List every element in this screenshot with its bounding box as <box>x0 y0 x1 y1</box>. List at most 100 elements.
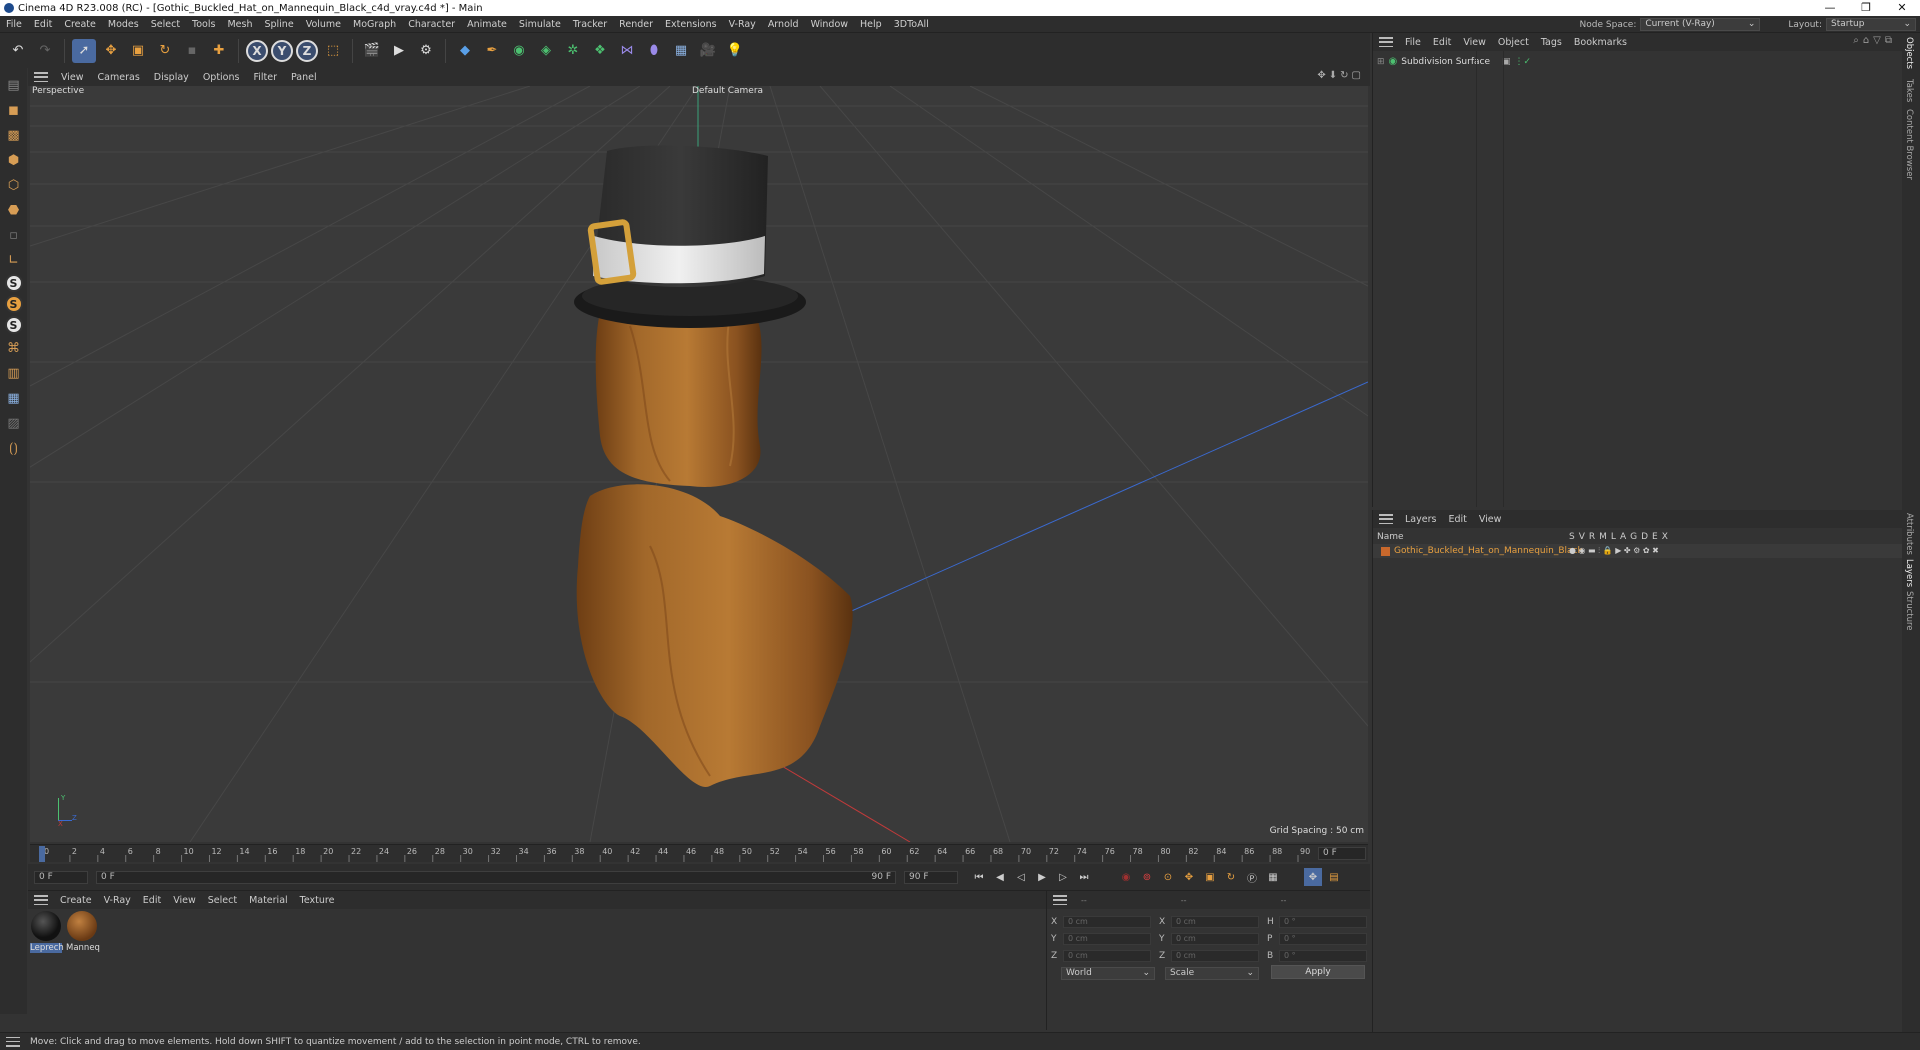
objects-panel-tools[interactable]: ⌕⌂▽⧉ <box>1853 35 1896 46</box>
make-editable-icon[interactable]: ▤ <box>3 74 25 96</box>
pos-z-field[interactable]: 0 cm <box>1063 950 1151 962</box>
play-backward-icon[interactable]: ◁ <box>1012 868 1030 886</box>
viewport-menu-cameras[interactable]: Cameras <box>91 72 147 83</box>
viewport-menu-view[interactable]: View <box>54 72 91 83</box>
mat-menu-edit[interactable]: Edit <box>137 895 167 906</box>
object-enabled-check-icon[interactable]: ⋮✓ <box>1515 57 1532 67</box>
go-to-end-icon[interactable]: ⏭ <box>1075 868 1093 886</box>
polygons-mode-icon[interactable]: ⬣ <box>3 199 25 221</box>
3d-viewport[interactable]: Perspective Default Camera Grid Spacing … <box>30 86 1368 842</box>
extrude-icon[interactable]: ◈ <box>534 39 558 63</box>
grid-icon[interactable]: ▨ <box>3 412 25 434</box>
menu-create[interactable]: Create <box>58 19 102 30</box>
last-tool-icon[interactable]: ▪ <box>180 39 204 63</box>
uv-mode-icon[interactable]: ▫ <box>3 224 25 246</box>
texture-mode-icon[interactable]: ▩ <box>3 124 25 146</box>
rot-h-field[interactable]: 0 ° <box>1279 916 1367 928</box>
mat-menu-view[interactable]: View <box>167 895 202 906</box>
snap-icon[interactable]: S <box>4 274 23 292</box>
layers-menu-layers[interactable]: Layers <box>1399 514 1442 525</box>
layers-menu-edit[interactable]: Edit <box>1442 514 1472 525</box>
menu-tools[interactable]: Tools <box>186 19 221 30</box>
timeline-end-field[interactable]: 0 F <box>1318 847 1366 860</box>
side-tab-attributes[interactable]: Attributes <box>1904 513 1914 555</box>
go-to-start-icon[interactable]: ⏮ <box>970 868 988 886</box>
size-x-field[interactable]: 0 cm <box>1171 916 1259 928</box>
pos-x-field[interactable]: 0 cm <box>1063 916 1151 928</box>
obj-menu-tags[interactable]: Tags <box>1535 37 1568 48</box>
workplane-snap-icon[interactable]: S <box>4 316 23 334</box>
mograph-icon[interactable]: ❖ <box>588 39 612 63</box>
rotation-key-icon[interactable]: ↻ <box>1222 868 1240 886</box>
rot-p-field[interactable]: 0 ° <box>1279 933 1367 945</box>
side-tab-content-browser[interactable]: Content Browser <box>1904 109 1914 180</box>
layer-name[interactable]: Gothic_Buckled_Hat_on_Mannequin_Black <box>1394 546 1583 556</box>
viewport-menu-filter[interactable]: Filter <box>246 72 284 83</box>
menu-volume[interactable]: Volume <box>300 19 347 30</box>
undo-icon[interactable]: ↶ <box>6 39 30 63</box>
edges-mode-icon[interactable]: ⬡ <box>3 174 25 196</box>
menu-mesh[interactable]: Mesh <box>221 19 258 30</box>
frame-range-slider[interactable]: 0 F 90 F <box>96 870 896 884</box>
position-key-icon[interactable]: ✥ <box>1180 868 1198 886</box>
side-tab-takes[interactable]: Takes <box>1904 79 1914 102</box>
coordinate-mode-select[interactable]: World ⌄ <box>1061 967 1155 980</box>
layer-flag-icons[interactable]: ● ◉ ▬ ⫶ 🔒 ▶ ✤ ⚙ ✿ ✖ <box>1569 546 1659 556</box>
material-swatch[interactable]: Manneq <box>66 911 100 953</box>
coordinate-system-icon[interactable]: ⬚ <box>321 39 345 63</box>
deformer-icon[interactable]: ⋈ <box>615 39 639 63</box>
previous-key-icon[interactable]: ◀ <box>991 868 1009 886</box>
hamburger-menu-icon[interactable] <box>6 1036 20 1047</box>
scale-key-icon[interactable]: ▣ <box>1201 868 1219 886</box>
snap-settings-icon[interactable]: S <box>4 295 23 313</box>
layers-menu-view[interactable]: View <box>1473 514 1508 525</box>
hamburger-menu-icon[interactable] <box>1379 37 1393 47</box>
brackets-icon[interactable]: ⟮⟯ <box>3 437 25 459</box>
tree-expand-icon[interactable]: ⊞ <box>1377 57 1385 67</box>
menu-help[interactable]: Help <box>854 19 888 30</box>
redo-icon[interactable]: ↷ <box>33 39 57 63</box>
minimize-button[interactable]: — <box>1812 0 1848 16</box>
menu-spline[interactable]: Spline <box>258 19 299 30</box>
layer-color-swatch[interactable] <box>1381 546 1390 556</box>
mat-menu-select[interactable]: Select <box>202 895 243 906</box>
live-selection-icon[interactable]: ➚ <box>72 38 96 63</box>
hamburger-menu-icon[interactable] <box>34 895 48 905</box>
keyframe-selection-icon[interactable]: ⊙ <box>1159 868 1177 886</box>
pos-y-field[interactable]: 0 cm <box>1063 933 1151 945</box>
locked-workplane-icon[interactable]: ▦ <box>3 387 25 409</box>
menu-character[interactable]: Character <box>402 19 461 30</box>
close-button[interactable]: ✕ <box>1884 0 1920 16</box>
world-add-icon[interactable]: ✚ <box>207 39 231 63</box>
material-swatch[interactable]: Leprech <box>30 911 64 953</box>
end-frame-field[interactable]: 90 F <box>904 870 958 884</box>
mat-menu-texture[interactable]: Texture <box>294 895 341 906</box>
menu-modes[interactable]: Modes <box>102 19 145 30</box>
layout-select[interactable]: Startup ⌄ <box>1826 18 1916 31</box>
obj-menu-object[interactable]: Object <box>1492 37 1535 48</box>
menu-arnold[interactable]: Arnold <box>762 19 805 30</box>
hamburger-menu-icon[interactable] <box>1053 895 1067 905</box>
obj-menu-edit[interactable]: Edit <box>1427 37 1457 48</box>
render-settings-icon[interactable]: ⚙ <box>414 39 438 63</box>
magnet-icon[interactable]: ⌘ <box>3 337 25 359</box>
scale-mode-select[interactable]: Scale ⌄ <box>1165 967 1259 980</box>
size-y-field[interactable]: 0 cm <box>1171 933 1259 945</box>
menu-3dtoall[interactable]: 3DToAll <box>888 19 935 30</box>
viewport-nav-icons[interactable]: ✥⬇↻▢ <box>1317 70 1364 81</box>
layer-row[interactable]: Gothic_Buckled_Hat_on_Mannequin_Black ● … <box>1373 544 1903 558</box>
menu-simulate[interactable]: Simulate <box>513 19 567 30</box>
timeline-ruler[interactable]: 0 2 4 6 8 10 12 14 16 18 20 22 24 26 28 30 32 34 36 38 40 42 4… <box>30 844 1368 862</box>
record-icon[interactable]: ◉ <box>1117 868 1135 886</box>
subdivision-icon[interactable]: ◉ <box>507 39 531 63</box>
node-space-select[interactable]: Current (V-Ray) ⌄ <box>1640 18 1761 31</box>
points-mode-icon[interactable]: ⬢ <box>3 149 25 171</box>
z-axis-icon[interactable]: Z <box>296 39 318 62</box>
play-icon[interactable]: ▶ <box>1033 868 1051 886</box>
obj-menu-bookmarks[interactable]: Bookmarks <box>1568 37 1633 48</box>
side-tab-objects[interactable]: Objects <box>1904 37 1914 69</box>
timeline-window-icon[interactable]: ▤ <box>1325 868 1343 886</box>
render-view-icon[interactable]: ▶ <box>387 39 411 63</box>
scale-icon[interactable]: ▣ <box>126 39 150 63</box>
parameter-key-icon[interactable]: Ⓟ <box>1243 868 1261 886</box>
